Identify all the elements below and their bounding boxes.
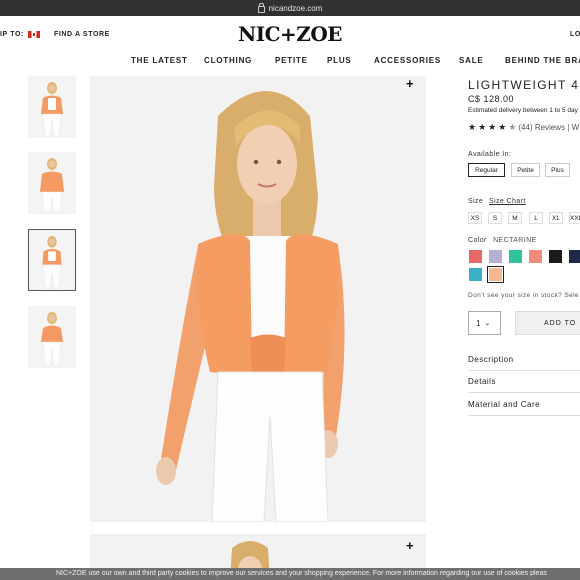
model-thumbnail-image xyxy=(40,158,64,213)
thumbnail-1[interactable] xyxy=(28,76,76,138)
site-header: IP TO: FIND A STORE NIC+ZOE LO xyxy=(0,16,580,54)
nav-item-sale[interactable]: SALE xyxy=(459,56,484,65)
product-price: C$ 128.00 xyxy=(468,94,515,104)
size-option-xxl[interactable]: XXL xyxy=(569,212,580,224)
main-product-image[interactable]: + xyxy=(90,76,426,522)
nav-item-petite[interactable]: PETITE xyxy=(275,56,308,65)
delivery-estimate: Estimated delivery between 1 to 5 day xyxy=(468,107,578,114)
lock-icon xyxy=(257,2,265,13)
add-to-bag-button[interactable]: ADD TO xyxy=(515,311,580,335)
fit-option-plus[interactable]: Plus xyxy=(545,163,570,177)
size-stock-help[interactable]: Don't see your size in stock? Sele xyxy=(468,292,579,299)
model-thumbnail-image xyxy=(41,312,63,367)
fit-option-petite[interactable]: Petite xyxy=(511,163,540,177)
color-swatch-black[interactable] xyxy=(549,250,562,263)
nav-item-accessories[interactable]: ACCESSORIES xyxy=(374,56,441,65)
available-in-label: Available In: xyxy=(468,151,512,158)
nav-item-plus[interactable]: PLUS xyxy=(327,56,352,65)
accordion-description[interactable]: Description xyxy=(468,355,580,371)
color-swatch-nectarine-selected[interactable] xyxy=(487,266,504,283)
star-icon: ★ xyxy=(468,122,477,132)
selected-color-name: NECTARINE xyxy=(493,237,537,244)
thumbnail-2[interactable] xyxy=(28,152,76,214)
model-thumbnail-image xyxy=(41,82,63,137)
model-thumbnail-image xyxy=(42,236,62,289)
browser-url-bar[interactable]: nicandzoe.com xyxy=(0,0,580,16)
thumbnail-4[interactable] xyxy=(28,306,76,368)
login-link[interactable]: LO xyxy=(570,31,580,38)
brand-logo[interactable]: NIC+ZOE xyxy=(0,22,580,46)
color-label-text: Color xyxy=(468,237,487,244)
zoom-plus-icon-secondary[interactable]: + xyxy=(406,538,414,553)
chevron-down-icon: ⌄ xyxy=(484,320,491,327)
main-nav: THE LATEST CLOTHING PETITE PLUS ACCESSOR… xyxy=(0,54,580,68)
size-option-xs[interactable]: XS xyxy=(468,212,482,224)
star-half-icon: ★ xyxy=(508,122,517,132)
thumbnail-3-selected[interactable] xyxy=(28,229,76,291)
quantity-value: 1 xyxy=(476,318,481,328)
accordion-material-care[interactable]: Material and Care xyxy=(468,400,580,416)
product-title: LIGHTWEIGHT 4-W xyxy=(468,78,580,92)
reviews-link[interactable]: (44) Reviews | W xyxy=(518,123,579,132)
color-swatch-salmon[interactable] xyxy=(529,250,542,263)
star-icon: ★ xyxy=(488,122,497,132)
cookie-banner[interactable]: NIC+ZOE use our own and third party cook… xyxy=(0,568,580,580)
size-option-s[interactable]: S xyxy=(488,212,502,224)
color-label: Color NECTARINE xyxy=(468,237,537,244)
size-label: Size xyxy=(468,198,484,205)
nav-item-clothing[interactable]: CLOTHING xyxy=(204,56,252,65)
size-option-xl[interactable]: XL xyxy=(549,212,563,224)
quantity-select[interactable]: 1 ⌄ xyxy=(468,311,501,335)
size-option-l[interactable]: L xyxy=(529,212,543,224)
model-photo xyxy=(156,91,345,522)
nav-item-the-latest[interactable]: THE LATEST xyxy=(131,56,188,65)
color-swatch-coral-red[interactable] xyxy=(469,250,482,263)
size-chart-link[interactable]: Size Chart xyxy=(489,198,526,205)
size-option-m[interactable]: M xyxy=(508,212,522,224)
nav-item-behind-the-brand[interactable]: BEHIND THE BRAN xyxy=(505,56,580,65)
color-swatch-lavender[interactable] xyxy=(489,250,502,263)
color-swatch-green[interactable] xyxy=(509,250,522,263)
rating-stars[interactable]: ★ ★ ★ ★ ★ (44) Reviews | W xyxy=(468,122,579,133)
fit-option-regular[interactable]: Regular xyxy=(468,163,505,177)
accordion-details[interactable]: Details xyxy=(468,377,580,393)
color-swatch-navy[interactable] xyxy=(569,250,580,263)
star-icon: ★ xyxy=(478,122,487,132)
url-text: nicandzoe.com xyxy=(268,3,323,13)
color-swatch-teal[interactable] xyxy=(469,268,482,281)
zoom-plus-icon[interactable]: + xyxy=(406,76,414,91)
star-icon: ★ xyxy=(498,122,507,132)
